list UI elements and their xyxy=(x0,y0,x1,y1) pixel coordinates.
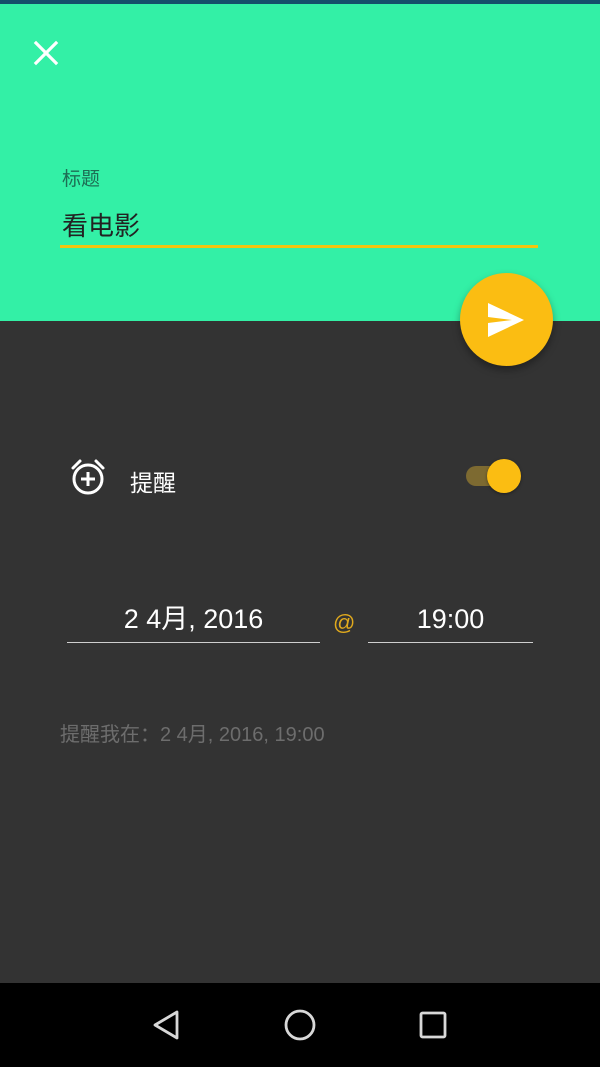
summary-value: 2 4月, 2016, 19:00 xyxy=(160,724,325,746)
reminder-edit-screen: 标题 提醒 2 4月, 2016 @ 19:00 提醒我在：2 4月, 2016… xyxy=(0,0,600,1067)
home-circle-icon xyxy=(284,1009,316,1041)
time-field[interactable]: 19:00 xyxy=(368,596,533,643)
recents-button[interactable] xyxy=(413,1005,453,1045)
alarm-add-icon xyxy=(68,458,108,502)
title-input[interactable] xyxy=(60,204,538,248)
close-button[interactable] xyxy=(26,34,66,74)
recents-square-icon xyxy=(419,1011,447,1039)
reminder-toggle[interactable] xyxy=(464,458,524,494)
close-icon xyxy=(33,40,59,66)
reminder-summary: 提醒我在：2 4月, 2016, 19:00 xyxy=(60,718,325,747)
send-icon xyxy=(488,303,524,337)
at-separator: @ xyxy=(333,610,356,635)
reminder-label: 提醒 xyxy=(130,471,176,497)
send-button[interactable] xyxy=(460,273,553,366)
summary-prefix: 提醒我在： xyxy=(60,722,160,746)
back-triangle-icon xyxy=(153,1010,179,1040)
title-label: 标题 xyxy=(62,168,101,190)
date-field[interactable]: 2 4月, 2016 xyxy=(67,596,320,643)
toggle-thumb xyxy=(487,459,521,493)
home-button[interactable] xyxy=(280,1005,320,1045)
content-panel xyxy=(0,321,600,983)
back-button[interactable] xyxy=(147,1005,187,1045)
navigation-bar xyxy=(0,983,600,1067)
